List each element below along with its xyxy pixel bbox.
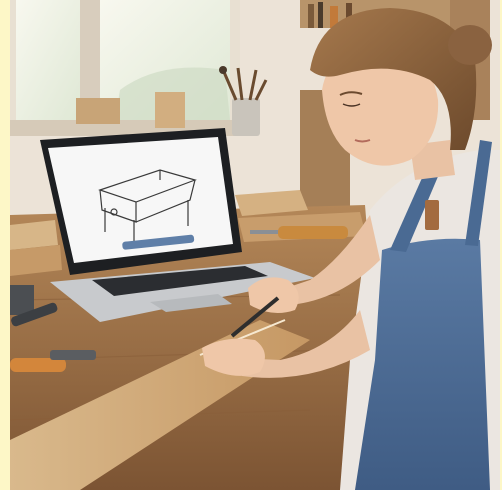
window <box>10 0 245 136</box>
apron-buckle <box>425 200 439 230</box>
right-hand <box>248 277 299 314</box>
photo-frame <box>10 0 500 490</box>
wood-block <box>155 92 185 128</box>
workshop-photo <box>10 0 500 490</box>
wood-block <box>76 98 120 124</box>
hair-bun <box>448 25 492 65</box>
plank-stack <box>10 220 62 276</box>
